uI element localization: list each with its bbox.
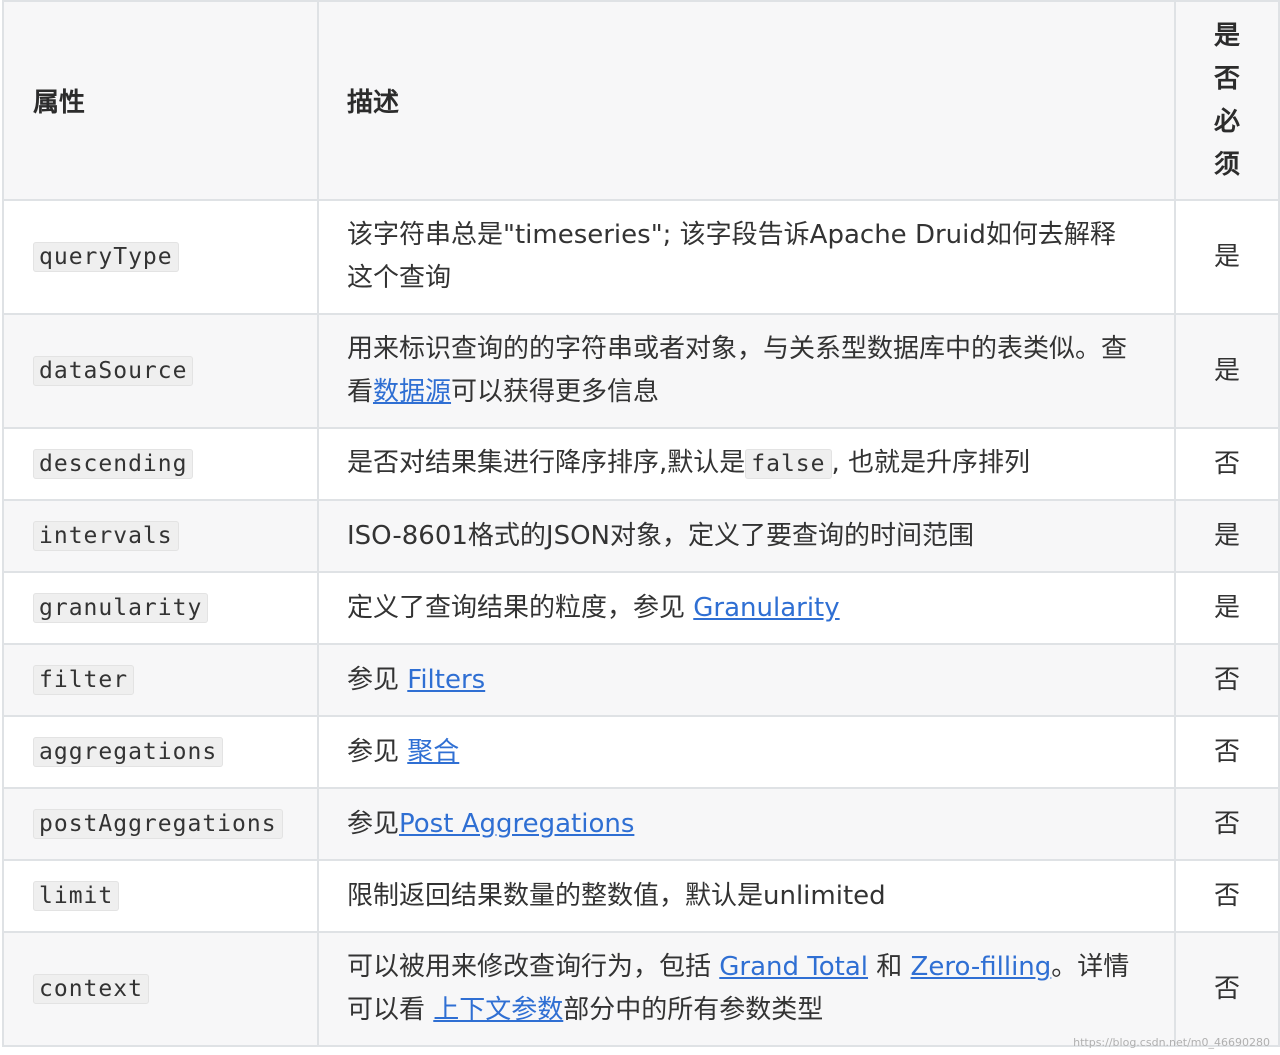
table-header-row: 属性 描述 是 否 必 须 — [2, 0, 1280, 201]
description-link[interactable]: 数据源 — [373, 377, 451, 407]
header-description: 描述 — [317, 0, 1176, 201]
table-row: postAggregations 参见Post Aggregations 否 — [2, 787, 1280, 861]
description-cell: 定义了查询结果的粒度，参见 Granularity — [317, 571, 1176, 645]
description-cell: 参见 Filters — [317, 643, 1176, 717]
header-required-char: 须 — [1213, 149, 1240, 180]
required-cell: 否 — [1174, 931, 1280, 1047]
header-required-char: 是 — [1213, 20, 1240, 51]
property-table: 属性 描述 是 否 必 须 queryType 该字符串总是"timeseries… — [2, 0, 1280, 1047]
required-cell: 是 — [1174, 499, 1280, 573]
property-name-code: postAggregations — [33, 809, 283, 839]
property-name-code: dataSource — [33, 356, 194, 386]
property-name-code: filter — [33, 665, 135, 695]
property-name-code: descending — [33, 449, 194, 479]
required-cell: 是 — [1174, 313, 1280, 429]
property-cell: filter — [2, 643, 319, 717]
description-text: , 也就是升序排列 — [831, 448, 1031, 478]
description-text: 可以获得更多信息 — [451, 377, 660, 407]
table-row: queryType 该字符串总是"timeseries"; 该字段告诉Apache… — [2, 199, 1280, 315]
description-link[interactable]: Post Aggregations — [399, 809, 634, 839]
watermark-text: https://blog.csdn.net/m0_46690280 — [1073, 1036, 1270, 1049]
description-text: 参见 — [347, 808, 400, 839]
description-link[interactable]: Zero-filling — [911, 952, 1052, 982]
header-required: 是 否 必 须 — [1174, 0, 1280, 201]
description-link[interactable]: 上下文参数 — [433, 995, 563, 1025]
table-row: context 可以被用来修改查询行为，包括 Grand Total 和 Zero… — [2, 931, 1280, 1047]
required-cell: 否 — [1174, 427, 1280, 501]
table-row: filter 参见 Filters 否 — [2, 643, 1280, 717]
description-link[interactable]: Filters — [407, 665, 485, 695]
description-cell: ISO-8601格式的JSON对象，定义了要查询的时间范围 — [317, 499, 1176, 573]
description-text: 参见 — [347, 664, 408, 695]
property-name-code: queryType — [33, 242, 179, 272]
property-name-code: granularity — [33, 593, 209, 623]
description-cell: 该字符串总是"timeseries"; 该字段告诉Apache Druid如何去… — [317, 199, 1176, 315]
header-required-char: 否 — [1213, 63, 1240, 94]
description-text: 和 — [868, 952, 911, 982]
inline-code: false — [745, 449, 832, 479]
description-text: 该字符串总是"timeseries"; 该字段告诉Apache Druid如何去… — [347, 220, 1116, 293]
table-row: dataSource 用来标识查询的的字符串或者对象，与关系型数据库中的表类似。查… — [2, 313, 1280, 429]
property-cell: granularity — [2, 571, 319, 645]
description-text: 可以被用来修改查询行为，包括 — [347, 952, 720, 982]
required-cell: 否 — [1174, 859, 1280, 933]
table-row: limit 限制返回结果数量的整数值，默认是unlimited 否 — [2, 859, 1280, 933]
property-cell: postAggregations — [2, 787, 319, 861]
property-cell: dataSource — [2, 313, 319, 429]
table-body: queryType 该字符串总是"timeseries"; 该字段告诉Apache… — [2, 199, 1280, 1047]
table-row: intervals ISO-8601格式的JSON对象，定义了要查询的时间范围 是 — [2, 499, 1280, 573]
header-required-char: 必 — [1213, 106, 1240, 137]
table-row: aggregations 参见 聚合否 — [2, 715, 1280, 789]
property-cell: intervals — [2, 499, 319, 573]
property-cell: descending — [2, 427, 319, 501]
description-cell: 参见Post Aggregations — [317, 787, 1176, 861]
description-text: ISO-8601格式的JSON对象，定义了要查询的时间范围 — [347, 520, 974, 551]
description-text: 是否对结果集进行降序排序,默认是 — [347, 448, 746, 478]
description-link[interactable]: 聚合 — [407, 737, 459, 767]
required-cell: 是 — [1174, 571, 1280, 645]
description-text: 限制返回结果数量的整数值，默认是unlimited — [347, 880, 886, 911]
table-row: granularity 定义了查询结果的粒度，参见 Granularity 是 — [2, 571, 1280, 645]
description-text: 部分中的所有参数类型 — [563, 995, 824, 1025]
description-text: 定义了查询结果的粒度，参见 — [347, 592, 694, 623]
property-cell: limit — [2, 859, 319, 933]
description-cell: 是否对结果集进行降序排序,默认是 false, 也就是升序排列 — [317, 427, 1176, 501]
property-cell: queryType — [2, 199, 319, 315]
required-cell: 是 — [1174, 199, 1280, 315]
description-text: 参见 — [347, 736, 408, 767]
description-cell: 用来标识查询的的字符串或者对象，与关系型数据库中的表类似。查看数据源可以获得更多… — [317, 313, 1176, 429]
required-cell: 否 — [1174, 643, 1280, 717]
description-cell: 可以被用来修改查询行为，包括 Grand Total 和 Zero-fillin… — [317, 931, 1176, 1047]
table-row: descending 是否对结果集进行降序排序,默认是 false, 也就是升序排列… — [2, 427, 1280, 501]
property-cell: aggregations — [2, 715, 319, 789]
description-cell: 参见 聚合 — [317, 715, 1176, 789]
property-cell: context — [2, 931, 319, 1047]
property-name-code: limit — [33, 881, 120, 911]
header-property: 属性 — [2, 0, 319, 201]
property-name-code: aggregations — [33, 737, 224, 767]
description-link[interactable]: Grand Total — [719, 952, 868, 982]
property-name-code: intervals — [33, 521, 179, 551]
description-cell: 限制返回结果数量的整数值，默认是unlimited — [317, 859, 1176, 933]
property-name-code: context — [33, 974, 149, 1004]
required-cell: 否 — [1174, 787, 1280, 861]
required-cell: 否 — [1174, 715, 1280, 789]
description-link[interactable]: Granularity — [693, 593, 839, 623]
